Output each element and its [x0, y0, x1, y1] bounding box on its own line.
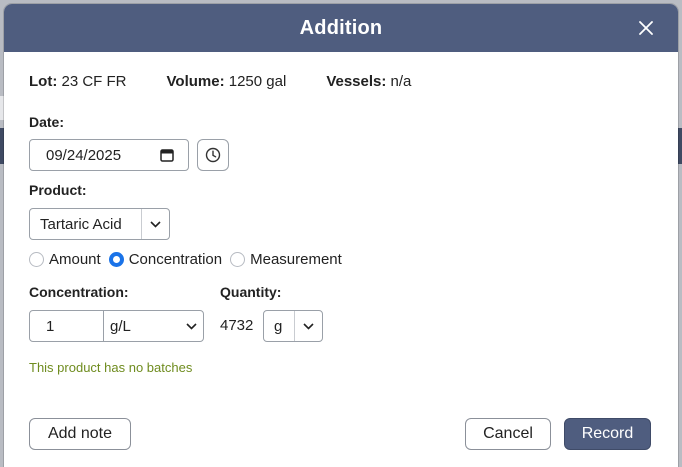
- chevron-down-icon: [141, 209, 169, 239]
- lot-info: Lot: 23 CF FR: [29, 73, 127, 90]
- quantity-unit-select[interactable]: g: [263, 310, 323, 342]
- record-button[interactable]: Record: [564, 418, 651, 450]
- set-now-button[interactable]: [197, 139, 229, 171]
- volume-value: 1250 gal: [228, 73, 287, 90]
- vessels-label: Vessels:: [326, 73, 387, 90]
- quantity-unit: g: [274, 317, 283, 335]
- close-button[interactable]: [634, 16, 658, 40]
- calendar-icon[interactable]: [160, 148, 174, 162]
- chevron-down-icon[interactable]: [179, 311, 203, 341]
- volume-label: Volume:: [166, 73, 225, 90]
- product-select[interactable]: Tartaric Acid: [29, 208, 170, 240]
- mode-concentration-radio[interactable]: Concentration: [108, 251, 223, 268]
- product-label: Product:: [29, 182, 87, 198]
- no-batches-notice: This product has no batches: [29, 360, 193, 375]
- close-icon: [639, 21, 653, 35]
- quantity-value: 4732: [220, 317, 254, 334]
- lot-value: 23 CF FR: [61, 73, 127, 90]
- mode-measurement-radio[interactable]: Measurement: [230, 251, 342, 268]
- product-selected: Tartaric Acid: [40, 215, 122, 233]
- concentration-unit-select[interactable]: g/L: [104, 311, 179, 341]
- concentration-label: Concentration:: [29, 284, 129, 300]
- mode-amount-radio[interactable]: Amount: [29, 251, 101, 268]
- mode-measurement-label: Measurement: [250, 251, 342, 268]
- addition-dialog: Addition Lot: 23 CF FR Volume: 1250 gal …: [4, 4, 678, 467]
- cancel-button[interactable]: Cancel: [465, 418, 551, 450]
- dialog-title: Addition: [299, 16, 383, 39]
- radio-button[interactable]: [29, 252, 44, 267]
- concentration-value: 1: [46, 317, 55, 335]
- date-input[interactable]: 09/24/2025: [29, 139, 189, 171]
- vessels-info: Vessels: n/a: [326, 73, 411, 90]
- mode-concentration-label: Concentration: [128, 251, 223, 268]
- concentration-unit: g/L: [110, 317, 131, 335]
- add-note-button[interactable]: Add note: [29, 418, 131, 450]
- radio-button[interactable]: [230, 252, 246, 267]
- concentration-input[interactable]: 1: [30, 311, 104, 341]
- clock-icon: [205, 147, 221, 163]
- concentration-field: 1 g/L: [29, 310, 204, 342]
- lot-info-row: Lot: 23 CF FR Volume: 1250 gal Vessels: …: [29, 73, 451, 90]
- quantity-label: Quantity:: [220, 284, 282, 300]
- mode-amount-label: Amount: [49, 251, 101, 268]
- date-label: Date:: [29, 114, 65, 130]
- dialog-header: Addition: [4, 4, 678, 52]
- lot-label: Lot:: [29, 73, 58, 90]
- volume-info: Volume: 1250 gal: [167, 73, 287, 90]
- date-value: 09/24/2025: [46, 146, 122, 164]
- vessels-value: n/a: [390, 73, 412, 90]
- calculation-mode-group: Amount Concentration Measurement: [29, 251, 350, 268]
- radio-button-selected[interactable]: [108, 252, 124, 267]
- chevron-down-icon: [294, 311, 322, 341]
